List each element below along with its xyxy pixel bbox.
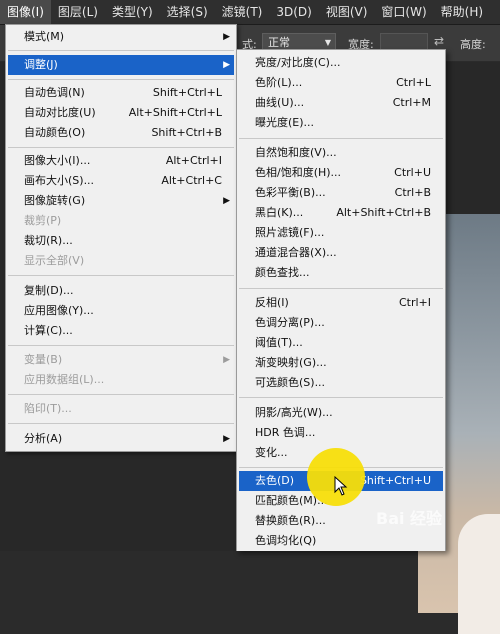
menu-item-color-lookup[interactable]: 颜色查找... bbox=[239, 263, 443, 283]
menu-item-curves[interactable]: 曲线(U)... Ctrl+M bbox=[239, 93, 443, 113]
menu-item-auto-color[interactable]: 自动颜色(O) Shift+Ctrl+B bbox=[8, 123, 234, 143]
submenu-arrow-icon: ▶ bbox=[223, 32, 230, 42]
menu-item-invert[interactable]: 反相(I) Ctrl+I bbox=[239, 293, 443, 313]
mode-value: 正常 bbox=[268, 36, 290, 49]
menu-item-hue-saturation[interactable]: 色相/饱和度(H)... Ctrl+U bbox=[239, 163, 443, 183]
menu-item-calculations[interactable]: 计算(C)... bbox=[8, 321, 234, 341]
divider bbox=[239, 138, 443, 139]
menu-item-posterize[interactable]: 色调分离(P)... bbox=[239, 313, 443, 333]
menu-window[interactable]: 窗口(W) bbox=[374, 0, 433, 24]
image-menu: 模式(M) ▶ 调整(J) ▶ 自动色调(N) Shift+Ctrl+L 自动对比度(… bbox=[5, 24, 237, 452]
photo-shoulder bbox=[458, 514, 500, 634]
menu-item-selective-color[interactable]: 可选颜色(S)... bbox=[239, 373, 443, 393]
swap-icon[interactable]: ⇄ bbox=[434, 34, 444, 48]
menu-item-crop[interactable]: 裁剪(P) bbox=[8, 211, 234, 231]
menu-image[interactable]: 图像(I) bbox=[0, 0, 51, 24]
menu-type[interactable]: 类型(Y) bbox=[105, 0, 160, 24]
divider bbox=[8, 345, 234, 346]
divider bbox=[239, 397, 443, 398]
divider bbox=[8, 79, 234, 80]
divider bbox=[239, 288, 443, 289]
menu-item-reveal-all[interactable]: 显示全部(V) bbox=[8, 251, 234, 271]
divider bbox=[8, 423, 234, 424]
menu-item-apply-data-set[interactable]: 应用数据组(L)... bbox=[8, 370, 234, 390]
menu-item-image-rotation[interactable]: 图像旋转(G) ▶ bbox=[8, 191, 234, 211]
menu-item-vibrance[interactable]: 自然饱和度(V)... bbox=[239, 143, 443, 163]
menu-item-equalize[interactable]: 色调均化(Q) bbox=[239, 531, 443, 551]
divider bbox=[8, 394, 234, 395]
menu-filter[interactable]: 滤镜(T) bbox=[215, 0, 270, 24]
menu-item-trap[interactable]: 陷印(T)... bbox=[8, 399, 234, 419]
menu-item-auto-tone[interactable]: 自动色调(N) Shift+Ctrl+L bbox=[8, 83, 234, 103]
menu-help[interactable]: 帮助(H) bbox=[434, 0, 490, 24]
menu-item-threshold[interactable]: 阈值(T)... bbox=[239, 333, 443, 353]
menu-3d[interactable]: 3D(D) bbox=[269, 0, 318, 24]
menu-select[interactable]: 选择(S) bbox=[160, 0, 215, 24]
menu-layer[interactable]: 图层(L) bbox=[51, 0, 105, 24]
menu-item-image-size[interactable]: 图像大小(I)... Alt+Ctrl+I bbox=[8, 151, 234, 171]
menu-item-adjust[interactable]: 调整(J) ▶ bbox=[8, 55, 234, 75]
submenu-arrow-icon: ▶ bbox=[223, 355, 230, 365]
menu-item-levels[interactable]: 色阶(L)... Ctrl+L bbox=[239, 73, 443, 93]
menu-item-brightness-contrast[interactable]: 亮度/对比度(C)... bbox=[239, 53, 443, 73]
menu-item-color-balance[interactable]: 色彩平衡(B)... Ctrl+B bbox=[239, 183, 443, 203]
divider bbox=[8, 147, 234, 148]
menu-item-black-white[interactable]: 黑白(K)... Alt+Shift+Ctrl+B bbox=[239, 203, 443, 223]
menu-item-shadows-highlights[interactable]: 阴影/高光(W)... bbox=[239, 403, 443, 423]
menu-item-photo-filter[interactable]: 照片滤镜(F)... bbox=[239, 223, 443, 243]
menu-item-auto-contrast[interactable]: 自动对比度(U) Alt+Shift+Ctrl+L bbox=[8, 103, 234, 123]
menu-item-exposure[interactable]: 曝光度(E)... bbox=[239, 113, 443, 133]
submenu-arrow-icon: ▶ bbox=[223, 196, 230, 206]
menu-bar: 图像(I) 图层(L) 类型(Y) 选择(S) 滤镜(T) 3D(D) 视图(V… bbox=[0, 0, 500, 25]
menu-item-apply-image[interactable]: 应用图像(Y)... bbox=[8, 301, 234, 321]
menu-item-hdr-toning[interactable]: HDR 色调... bbox=[239, 423, 443, 443]
height-label: 高度: bbox=[460, 38, 486, 51]
menu-item-analysis[interactable]: 分析(A) ▶ bbox=[8, 429, 234, 449]
menu-item-variables[interactable]: 变量(B) ▶ bbox=[8, 350, 234, 370]
menu-item-mode[interactable]: 模式(M) ▶ bbox=[8, 27, 234, 47]
mouse-pointer-icon bbox=[334, 476, 348, 496]
submenu-arrow-icon: ▶ bbox=[223, 434, 230, 444]
divider bbox=[8, 275, 234, 276]
menu-item-canvas-size[interactable]: 画布大小(S)... Alt+Ctrl+C bbox=[8, 171, 234, 191]
submenu-arrow-icon: ▶ bbox=[223, 60, 230, 70]
menu-item-trim[interactable]: 裁切(R)... bbox=[8, 231, 234, 251]
divider bbox=[8, 50, 234, 51]
menu-item-gradient-map[interactable]: 渐变映射(G)... bbox=[239, 353, 443, 373]
menu-view[interactable]: 视图(V) bbox=[319, 0, 375, 24]
menu-item-channel-mixer[interactable]: 通道混合器(X)... bbox=[239, 243, 443, 263]
menu-item-duplicate[interactable]: 复制(D)... bbox=[8, 281, 234, 301]
watermark: Bai 经验 bbox=[376, 509, 443, 528]
